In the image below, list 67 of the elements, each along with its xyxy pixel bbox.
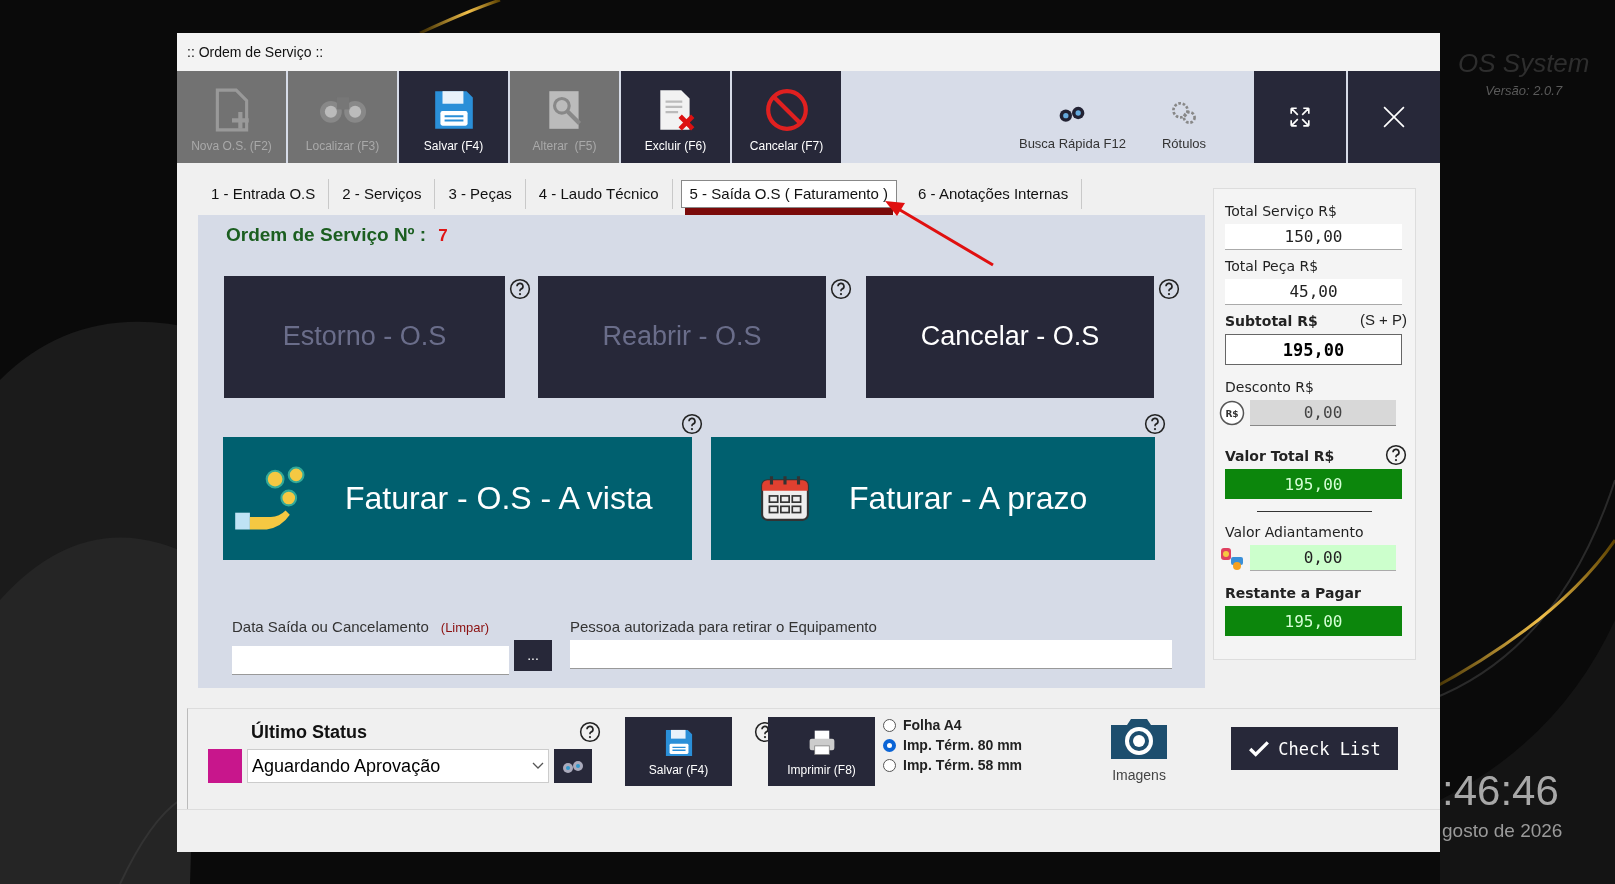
billing-button[interactable]: Faturar - A prazo [711, 436, 1155, 560]
discount-field[interactable]: 0,00 [1250, 400, 1396, 426]
status-label: Último Status [251, 721, 367, 743]
date-field[interactable] [232, 645, 509, 675]
help-icon[interactable] [1144, 412, 1166, 435]
images-label: Imagens [1112, 767, 1166, 783]
currency-icon: R$ [1219, 400, 1245, 426]
total-label: Subtotal R$ [1225, 313, 1318, 329]
total-label: Total Serviço R$ [1225, 203, 1338, 219]
help-icon[interactable] [579, 721, 601, 743]
checkmark-icon [1248, 739, 1271, 758]
toolbar-button[interactable]: Rótulos [1161, 71, 1206, 163]
billing-button[interactable]: Faturar - O.S - A vista [223, 436, 692, 560]
formula-note: (S + P) [1359, 311, 1407, 328]
tab[interactable]: 2 - Serviços [329, 178, 436, 209]
tab[interactable]: 6 - Anotações Internas [905, 178, 1083, 209]
total-value: 150,00 [1225, 224, 1402, 250]
clock-time: :46:46 [1442, 768, 1560, 814]
money-exchange-icon [1219, 545, 1245, 571]
version-text: Versão: 2.0.7 [1485, 83, 1563, 98]
total-label: Desconto R$ [1225, 379, 1315, 395]
total-value: 195,00 [1225, 334, 1402, 365]
print-format-radio[interactable]: Folha A4 [883, 717, 1023, 733]
clear-link[interactable]: (Limpar) [440, 619, 490, 635]
advance-field[interactable]: 0,00 [1250, 545, 1396, 571]
total-label: Valor Adiantamento [1225, 524, 1365, 540]
field-label: Data Saída ou Cancelamento [232, 617, 429, 635]
status-dropdown[interactable]: Aguardando Aprovação [247, 749, 549, 783]
maximize-icon [1289, 106, 1311, 128]
order-number: 7 [438, 225, 448, 246]
total-value: 195,00 [1225, 469, 1402, 499]
order-label: Ordem de Serviço Nº : [226, 223, 427, 246]
person-field[interactable] [570, 639, 1172, 669]
chevron-icon [532, 762, 544, 770]
field-label: Pessoa autorizada para retirar o Equipamento [570, 617, 877, 635]
bottom-toolbar-button[interactable]: Imprimir (F8) [768, 717, 875, 786]
date-picker-button[interactable]: ... [514, 639, 552, 671]
print-format-radio[interactable]: Imp. Térm. 80 mm [883, 737, 1023, 753]
toolbar-button[interactable]: Busca Rápida F12 [1018, 71, 1126, 163]
radio-indicator[interactable] [883, 718, 896, 732]
help-icon[interactable] [509, 277, 531, 300]
clock-date: gosto de 2026 [1442, 820, 1564, 842]
toolbar-button[interactable]: Salvar (F4) [399, 71, 508, 163]
tab[interactable]: 3 - Peças [435, 178, 526, 209]
total-value: 45,00 [1225, 279, 1402, 305]
tab[interactable]: 1 - Entrada O.S [198, 178, 330, 209]
bottom-toolbar-button[interactable]: Salvar (F4) [625, 717, 732, 786]
total-label: Total Peça R$ [1225, 258, 1320, 274]
help-icon[interactable] [1158, 277, 1180, 300]
forbidden-icon [763, 87, 810, 133]
total-value: 195,00 [1225, 606, 1402, 636]
toolbar-button[interactable]: Cancelar (F7) [732, 71, 841, 163]
print-format-radio[interactable]: Imp. Térm. 58 mm [883, 757, 1023, 773]
total-label: Valor Total R$ [1225, 448, 1335, 464]
help-icon[interactable] [1385, 443, 1407, 466]
radio-indicator[interactable] [883, 738, 896, 752]
help-icon[interactable] [681, 412, 703, 435]
total-label: Restante a Pagar [1225, 585, 1362, 601]
help-icon[interactable] [830, 277, 852, 300]
toolbar-button[interactable]: Excluir (F6) [621, 71, 730, 163]
action-button[interactable]: Cancelar - O.S [866, 275, 1154, 398]
radio-indicator[interactable] [883, 758, 896, 772]
tab[interactable]: 4 - Laudo Técnico [525, 178, 673, 209]
search-status-button[interactable] [554, 749, 592, 783]
close-icon [1383, 106, 1405, 128]
checklist-button[interactable]: Check List [1231, 727, 1399, 770]
window-title: :: Ordem de Serviço :: [187, 44, 324, 60]
